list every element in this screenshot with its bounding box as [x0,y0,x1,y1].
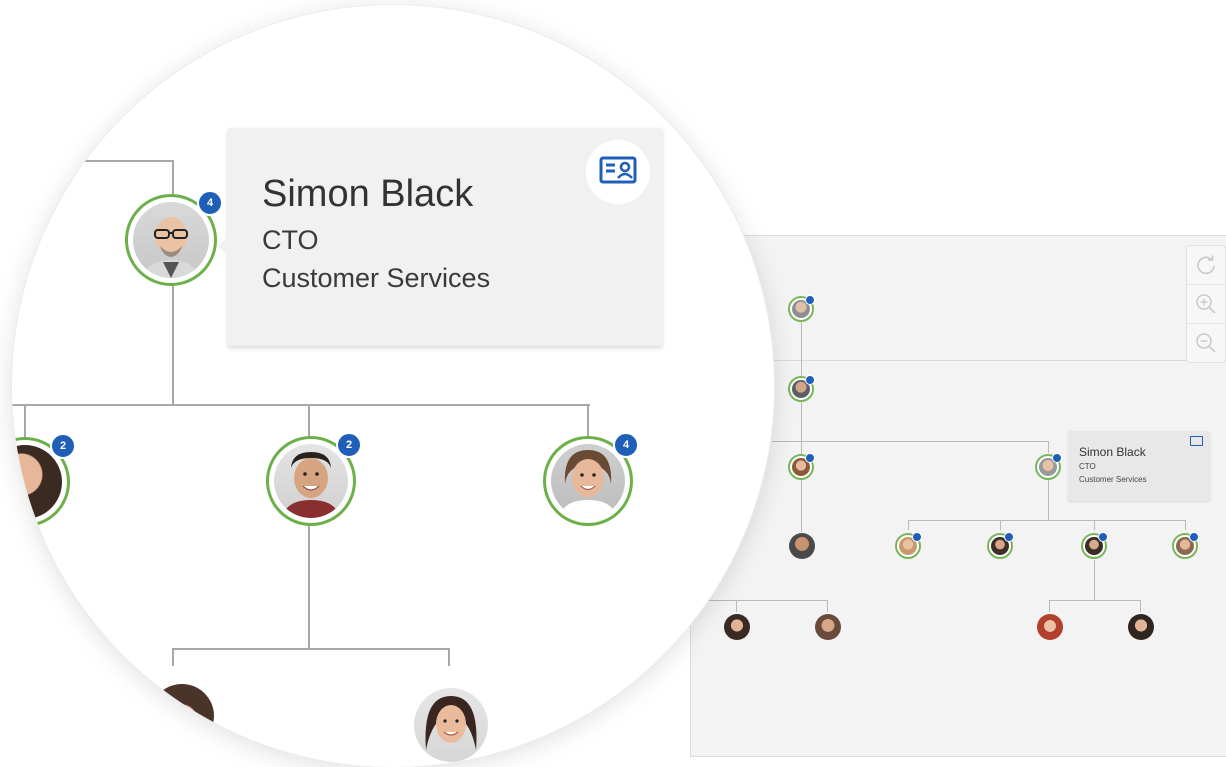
contact-card-icon[interactable] [1190,436,1203,446]
connector-line [827,600,828,612]
mini-card-role: CTO [1079,462,1096,471]
connector-line [1094,560,1095,600]
magnifier-lens: 4 Simon Black CTO Customer Services 2 2 … [12,5,774,767]
connector-line [24,404,26,438]
connector-line [60,160,173,162]
connector-line [448,648,450,666]
connector-line [1185,520,1186,530]
org-node-avatar[interactable] [1172,532,1199,559]
connector-line [908,520,909,530]
reports-count-badge: 4 [197,190,223,216]
person-department: Customer Services [262,263,491,293]
connector-line [1094,520,1095,530]
org-node-avatar[interactable] [815,614,841,640]
connector-line [1140,600,1141,612]
connector-line [12,404,590,406]
connector-line [1048,441,1049,453]
org-node-avatar[interactable] [788,453,815,480]
connector-line [772,441,1049,442]
org-node-simon-black-zoomed[interactable]: 4 [125,190,223,286]
reports-count-badge: 2 [50,433,76,459]
reports-count-badge: 4 [613,432,639,458]
org-node-avatar[interactable] [987,532,1014,559]
org-node-child-3[interactable]: 4 [543,432,639,526]
person-info-card: Simon Black CTO Customer Services [218,128,662,346]
org-node-child-2[interactable]: 2 [266,432,362,526]
zoom-out-icon[interactable] [1187,323,1225,362]
org-node-avatar[interactable] [788,375,815,402]
zoom-in-icon[interactable] [1187,284,1225,323]
connector-line [1049,600,1050,612]
contact-card-icon [599,156,637,189]
view-profile-button[interactable] [586,140,650,204]
mini-card-name: Simon Black [1079,445,1146,459]
org-node-grandchild-2[interactable] [414,688,488,762]
connector-line [1048,480,1049,520]
zoom-controls [1186,245,1226,363]
org-node-avatar[interactable] [1128,614,1154,640]
org-node-grandchild-1[interactable] [150,684,214,748]
mini-person-card: Simon Black CTO Customer Services [1068,431,1210,501]
org-node-avatar[interactable] [895,532,922,559]
org-node-avatar[interactable] [1037,614,1063,640]
connector-line [172,648,174,666]
refresh-icon[interactable] [1187,246,1225,284]
connector-line [908,520,1186,521]
connector-line [1049,600,1141,601]
connector-line [308,523,310,649]
org-node-simon-black[interactable] [1035,453,1062,480]
person-role: CTO [262,225,319,255]
connector-line [172,160,174,198]
org-node-avatar[interactable] [1081,532,1108,559]
org-node-avatar[interactable] [789,533,815,559]
connector-line [587,404,589,438]
reports-count-badge: 2 [336,432,362,458]
person-name: Simon Black [262,173,474,215]
connector-line [308,404,310,438]
connector-line [172,283,174,405]
card-pointer [218,236,228,256]
org-node-child-1[interactable]: 2 [12,433,76,527]
connector-line [172,648,450,650]
connector-line [1000,520,1001,530]
mini-card-department: Customer Services [1079,475,1147,484]
connector-line [801,322,802,532]
org-node-avatar[interactable] [788,295,815,322]
